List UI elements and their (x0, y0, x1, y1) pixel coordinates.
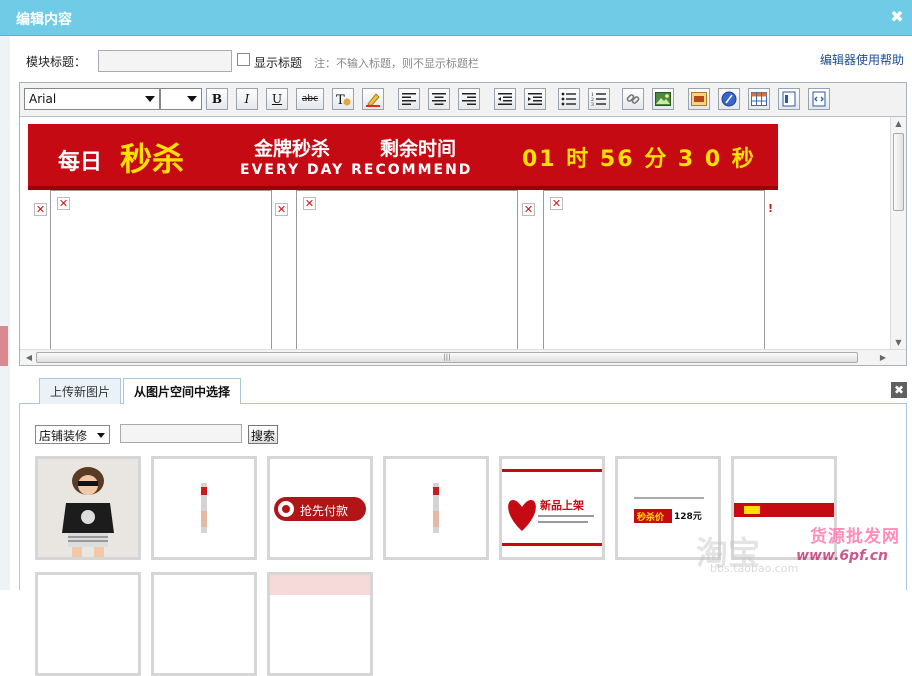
image-thumbnail[interactable]: 新品上架 (499, 456, 605, 560)
format-clear-icon[interactable]: T (332, 88, 354, 110)
dialog-titlebar: 编辑内容 ✖ (0, 0, 912, 36)
outdent-icon[interactable] (494, 88, 516, 110)
image-picker-panel: 上传新图片 从图片空间中选择 ✖ 店铺装修 搜索 抢先付款 新品上架 秒杀价 1… (19, 374, 907, 676)
align-center-icon[interactable] (428, 88, 450, 110)
strikethrough-button[interactable]: abc (296, 88, 324, 110)
scroll-thumb[interactable]: ||| (36, 352, 858, 363)
table-icon[interactable] (748, 88, 770, 110)
category-select[interactable]: 店铺装修 (35, 425, 110, 444)
source-icon[interactable] (808, 88, 830, 110)
broken-image-icon: ✕ (57, 197, 70, 210)
background-accent (0, 326, 8, 366)
editor-content-area[interactable]: 每日 秒杀 金牌秒杀 剩余时间 EVERY DAY RECOMMEND 01 时… (20, 117, 890, 350)
editor-vertical-scrollbar[interactable]: ▲ ▼ (890, 117, 906, 350)
broken-image-icon: ✕ (34, 203, 47, 216)
show-title-label[interactable]: 显示标题 (254, 54, 302, 71)
bold-button[interactable]: B (206, 88, 228, 110)
media-icon[interactable] (718, 88, 740, 110)
font-family-select[interactable]: Arial (24, 88, 160, 110)
bulleted-list-icon[interactable] (558, 88, 580, 110)
scroll-down-icon[interactable]: ▼ (891, 336, 906, 350)
rich-text-editor: Arial B I U abc T 1 2 3 每日 秒杀 金牌秒杀 剩余时间 … (19, 82, 907, 366)
dialog-title: 编辑内容 (16, 12, 72, 28)
broken-image-icon: ! (768, 202, 774, 216)
image-thumbnail[interactable] (35, 572, 141, 676)
thumbnail-caption: 秒杀价 (637, 513, 665, 523)
broken-image-icon: ✕ (550, 197, 563, 210)
scroll-left-icon[interactable]: ◀ (22, 350, 36, 365)
banner-countdown: 01 时 56 分 3 0 秒 (522, 147, 756, 172)
thumbnail-price: 128元 (674, 512, 702, 522)
image-search-input[interactable] (120, 424, 242, 443)
underline-button[interactable]: U (266, 88, 288, 110)
search-button[interactable]: 搜索 (248, 425, 279, 444)
close-icon[interactable]: ✖ (888, 8, 906, 26)
scroll-up-icon[interactable]: ▲ (891, 117, 906, 131)
image-thumbnail[interactable] (151, 572, 257, 676)
watermark-subdomain: bbs.taobao.com (710, 562, 799, 575)
banner-gold-sale-text: 金牌秒杀 (254, 138, 331, 160)
svg-text:3: 3 (591, 102, 594, 106)
editor-toolbar: Arial B I U abc T 1 2 3 (20, 83, 906, 117)
edit-content-dialog: 编辑内容 ✖ 模块标题： 显示标题 注：不输入标题，则不显示标题栏 编辑器使用帮… (0, 0, 912, 676)
image-thumbnail[interactable]: 秒杀价 128元 (615, 456, 721, 560)
banner-flash-sale-text: 秒杀 (120, 140, 185, 178)
editor-help-link[interactable]: 编辑器使用帮助 (820, 51, 904, 68)
product-cell[interactable]: ✕ (296, 190, 518, 350)
banner-slogan: EVERY DAY RECOMMEND (240, 162, 473, 178)
highlight-icon[interactable] (362, 88, 384, 110)
chevron-down-icon (97, 433, 105, 438)
template-icon[interactable] (778, 88, 800, 110)
chevron-down-icon (145, 96, 155, 102)
tab-choose-from-image-space[interactable]: 从图片空间中选择 (123, 378, 242, 405)
font-family-value: Arial (29, 92, 57, 106)
background-page-edge (0, 36, 10, 590)
italic-button[interactable]: I (236, 88, 258, 110)
category-value: 店铺装修 (39, 429, 88, 443)
banner-time-left-text: 剩余时间 (380, 138, 457, 160)
broken-image-icon: ✕ (522, 203, 535, 216)
scroll-right-icon[interactable]: ▶ (876, 350, 890, 365)
chevron-down-icon (187, 96, 197, 102)
font-size-select[interactable] (160, 88, 202, 110)
product-cell[interactable]: ✕ (543, 190, 765, 350)
align-right-icon[interactable] (458, 88, 480, 110)
flash-icon[interactable] (688, 88, 710, 110)
product-cell[interactable]: ✕ (50, 190, 272, 350)
tab-upload-new-image[interactable]: 上传新图片 (39, 378, 122, 404)
thumbnail-caption: 新品上架 (540, 499, 584, 512)
indent-icon[interactable] (524, 88, 546, 110)
banner-daily-text: 每日 (58, 150, 103, 175)
broken-image-icon: ✕ (275, 203, 288, 216)
image-thumbnail[interactable] (731, 456, 837, 560)
image-thumbnail[interactable] (151, 456, 257, 560)
image-thumbnail[interactable] (35, 456, 141, 560)
image-thumbnail[interactable] (267, 572, 373, 676)
svg-text:T: T (336, 93, 345, 107)
close-icon[interactable]: ✖ (891, 382, 907, 398)
thumbnail-caption: 抢先付款 (300, 504, 349, 518)
link-icon[interactable] (622, 88, 644, 110)
module-title-input[interactable] (98, 50, 232, 72)
module-title-label: 模块标题： (26, 55, 87, 69)
image-icon[interactable] (652, 88, 674, 110)
image-picker-tabs: 上传新图片 从图片空间中选择 ✖ (19, 374, 907, 405)
align-left-icon[interactable] (398, 88, 420, 110)
image-picker-body: 店铺装修 搜索 抢先付款 新品上架 秒杀价 128元 淘宝 bbs.taobao… (19, 404, 907, 676)
scroll-thumb[interactable] (893, 133, 904, 211)
broken-image-icon: ✕ (303, 197, 316, 210)
numbered-list-icon[interactable]: 123 (588, 88, 610, 110)
image-thumbnail[interactable] (383, 456, 489, 560)
show-title-checkbox[interactable] (237, 53, 250, 66)
editor-horizontal-scrollbar[interactable]: ◀ ||| ▶ (20, 349, 906, 365)
flash-sale-banner: 每日 秒杀 金牌秒杀 剩余时间 EVERY DAY RECOMMEND 01 时… (28, 124, 778, 190)
module-title-row: 模块标题： 显示标题 注：不输入标题，则不显示标题栏 编辑器使用帮助 (10, 36, 912, 84)
title-note: 注：不输入标题，则不显示标题栏 (314, 57, 479, 70)
image-thumbnail[interactable]: 抢先付款 (267, 456, 373, 560)
